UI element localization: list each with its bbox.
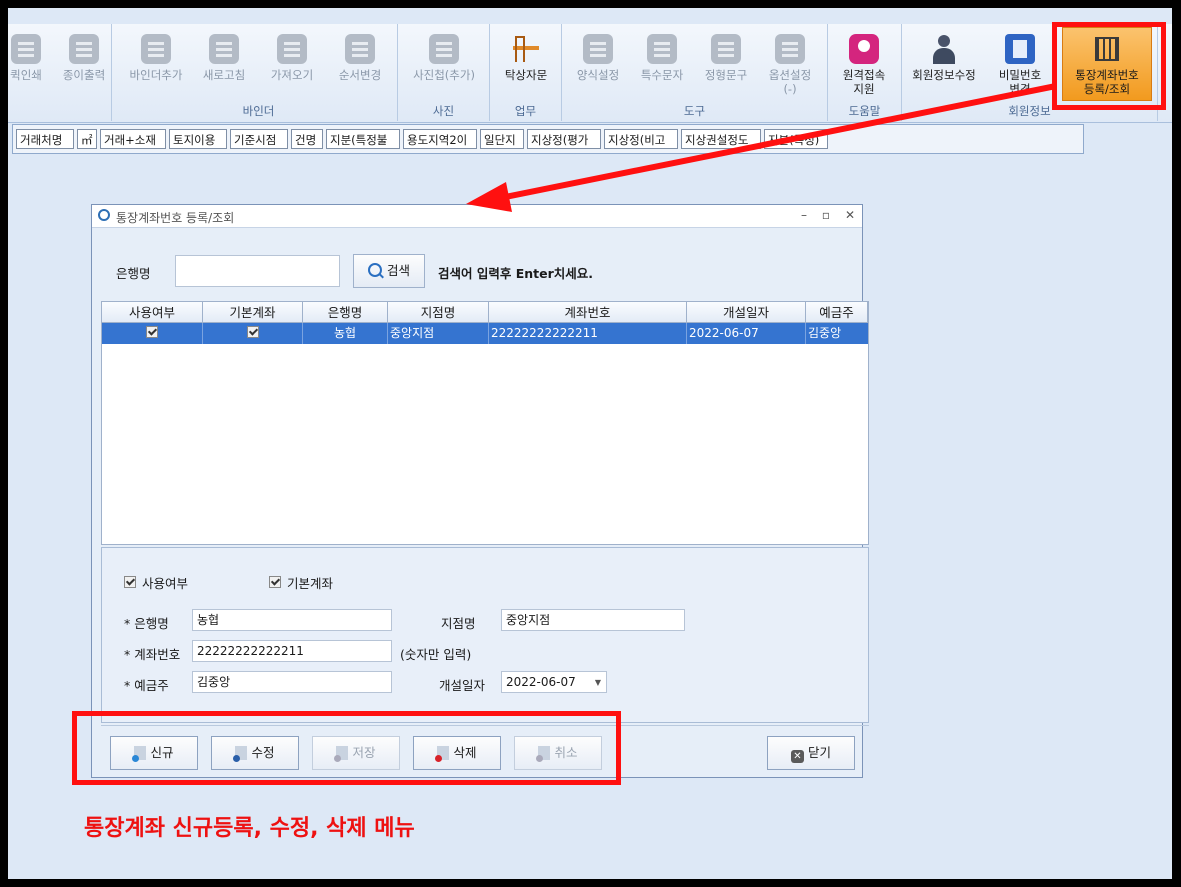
arrow-line [499,83,1057,201]
arrow-head [466,182,512,212]
annotation-caption: 통장계좌 신규등록, 수정, 삭제 메뉴 [84,816,415,841]
annotation-arrow [466,83,1057,212]
